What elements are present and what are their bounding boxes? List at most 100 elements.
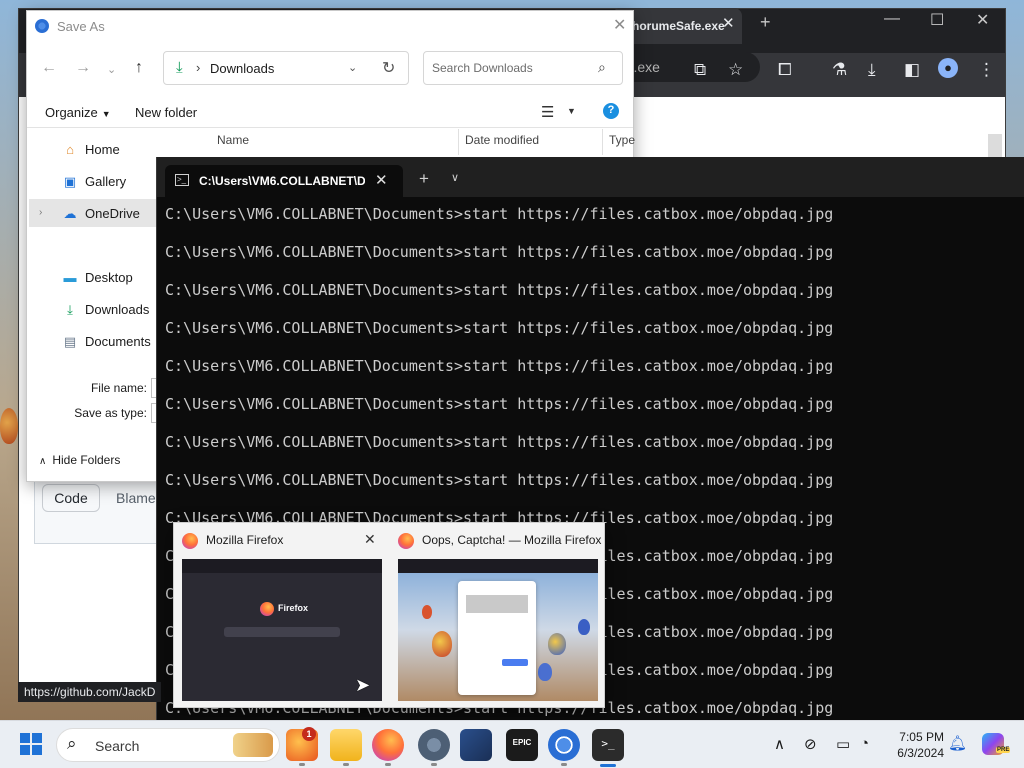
virtualbox-icon[interactable] [460,729,492,761]
volume-icon[interactable]: ◔ [860,735,869,752]
chrome-tab-close-icon[interactable]: ✕ [722,14,735,32]
sidebar-item-downloads[interactable]: ⤓ Downloads [61,302,149,318]
taskbar-thumbnail-popup: Mozilla Firefox ✕ Firefox Oops, Captcha!… [173,522,605,708]
recent-chevron-down-icon[interactable]: ⌄ [107,63,116,76]
hide-folders-button[interactable]: ∧ Hide Folders [39,453,120,467]
mouse-cursor-icon: ➤ [355,675,371,695]
preview-toolbar [182,559,382,573]
file-name-label: File name: [90,381,147,395]
captcha-card [458,581,536,695]
close-icon[interactable]: ✕ [613,15,626,35]
back-arrow-icon[interactable]: ← [41,59,57,77]
sidebar-item-desktop[interactable]: ▬ Desktop [61,270,133,285]
code-button[interactable]: Code [42,484,100,512]
refresh-icon[interactable]: ↻ [382,58,395,78]
clock[interactable]: 7:05 PM 6/3/2024 [884,729,944,761]
help-button[interactable]: ? [603,103,619,119]
active-indicator [600,764,616,767]
column-header-name[interactable]: Name [217,133,249,147]
downloads-icon[interactable]: ⤓ [868,60,876,80]
chevron-down-icon[interactable]: ⌄ [348,61,357,74]
terminal-line: C:\Users\VM6.COLLABNET\Documents>start h… [165,319,834,337]
balloon-image [422,605,432,619]
chrome-menu-icon[interactable]: ⋮ [978,60,995,80]
chevron-right-icon: › [196,60,201,75]
show-hidden-icons-chevron-icon[interactable]: ∧ [774,735,785,753]
start-windows-icon[interactable] [20,733,42,755]
close-icon[interactable]: ✕ [364,531,376,548]
dialog-title: Save As [57,19,105,34]
download-icon: ⤓ [176,59,183,76]
notification-badge: 1 [302,727,316,741]
organize-button[interactable]: Organize ▼ [45,105,111,120]
column-divider[interactable] [458,129,459,155]
minimize-icon[interactable]: — [884,10,900,28]
captcha-image [466,595,528,613]
running-indicator [561,763,567,766]
terminal-tab-active[interactable]: >_ C:\Users\VM6.COLLABNET\Dc ✕ [165,165,403,197]
sidebar-item-gallery[interactable]: ▣ Gallery [61,174,126,190]
expand-chevron-icon[interactable]: › [39,207,42,218]
sidebar-item-label: OneDrive [85,206,140,221]
taskbar-search[interactable]: ⌕ Search [56,728,280,762]
thumbnail-captcha[interactable]: Oops, Captcha! — Mozilla Firefox [390,523,604,709]
cmd-prompt-icon: >_ [175,174,189,186]
close-tab-icon[interactable]: ✕ [375,171,388,189]
sidebar-item-home[interactable]: ⌂ Home [61,142,120,157]
preview-search-bar [224,627,340,637]
blame-tab[interactable]: Blame [116,490,156,506]
notification-bell-icon[interactable]: 🔔︎ [948,734,967,752]
documents-icon: ▤ [63,334,77,349]
chrome-scrollbar[interactable] [988,134,1002,158]
balloon-image [578,619,590,635]
chrome-app-icon [35,19,49,33]
forward-arrow-icon[interactable]: → [75,59,91,77]
chrome-new-tab-icon[interactable]: + [760,12,771,33]
maximize-icon[interactable]: ☐ [930,10,944,30]
file-explorer-icon[interactable] [330,729,362,761]
view-options-icon[interactable]: ☰ [541,103,554,121]
terminal-app-icon[interactable]: >_ [592,729,624,761]
thumbnail-preview: Firefox [182,559,382,701]
search-input[interactable]: Search Downloads ⌕ [423,51,623,85]
labs-flask-icon[interactable]: ⚗ [832,60,847,80]
sidebar-item-documents[interactable]: ▤ Documents [61,334,151,350]
side-panel-icon[interactable]: ◧ [904,60,920,80]
display-icon[interactable]: ▭ [836,735,850,753]
chrome-icon[interactable] [548,729,580,761]
epic-games-icon[interactable]: EPIC [506,729,538,761]
bookmark-star-icon[interactable]: ☆ [728,60,743,80]
view-caret-down-icon[interactable]: ▼ [567,106,576,116]
running-indicator [343,763,349,766]
thumbnail-title: Mozilla Firefox [206,533,284,547]
close-window-icon[interactable]: ✕ [976,10,989,30]
running-indicator [385,763,391,766]
save-as-type-label: Save as type: [74,406,147,420]
new-folder-button[interactable]: New folder [135,105,197,120]
terminal-tabbar: >_ C:\Users\VM6.COLLABNET\Dc ✕ + ∨ [157,157,1024,197]
up-arrow-icon[interactable]: ↑ [135,59,143,77]
thumbnail-preview [398,559,598,701]
link-status-bar: https://github.com/JackD [18,682,162,702]
chevron-down-icon[interactable]: ∨ [451,171,459,184]
firefox-icon [182,533,198,549]
thumbnail-title: Oops, Captcha! — Mozilla Firefox [422,533,602,547]
column-header-type[interactable]: Type [609,133,635,147]
taskbar: ⌕ Search 1 EPIC >_ ∧ ⊘ ▭ ◔ 7:05 PM 6/3/2… [0,720,1024,768]
extensions-icon[interactable]: ⧠ [778,60,792,80]
terminal-line: C:\Users\VM6.COLLABNET\Documents>start h… [165,281,834,299]
network-off-icon[interactable]: ⊘ [804,735,817,753]
install-app-icon[interactable]: ⧉ [694,60,706,80]
terminal-line: C:\Users\VM6.COLLABNET\Documents>start h… [165,471,834,489]
column-header-date-modified[interactable]: Date modified [465,133,539,147]
new-tab-plus-icon[interactable]: + [419,169,429,189]
column-divider[interactable] [602,129,603,155]
firefox-icon[interactable] [372,729,404,761]
address-path-bar[interactable]: ⤓ › Downloads ⌄ ↻ [163,51,409,85]
caret-down-icon: ▼ [101,109,111,119]
profile-avatar-icon[interactable]: ● [938,58,958,78]
divider [27,127,633,128]
sidebar-item-label: Documents [85,334,151,349]
sidebar-item-onedrive[interactable]: ☁ OneDrive [61,206,140,222]
settings-gear-icon[interactable] [418,729,450,761]
